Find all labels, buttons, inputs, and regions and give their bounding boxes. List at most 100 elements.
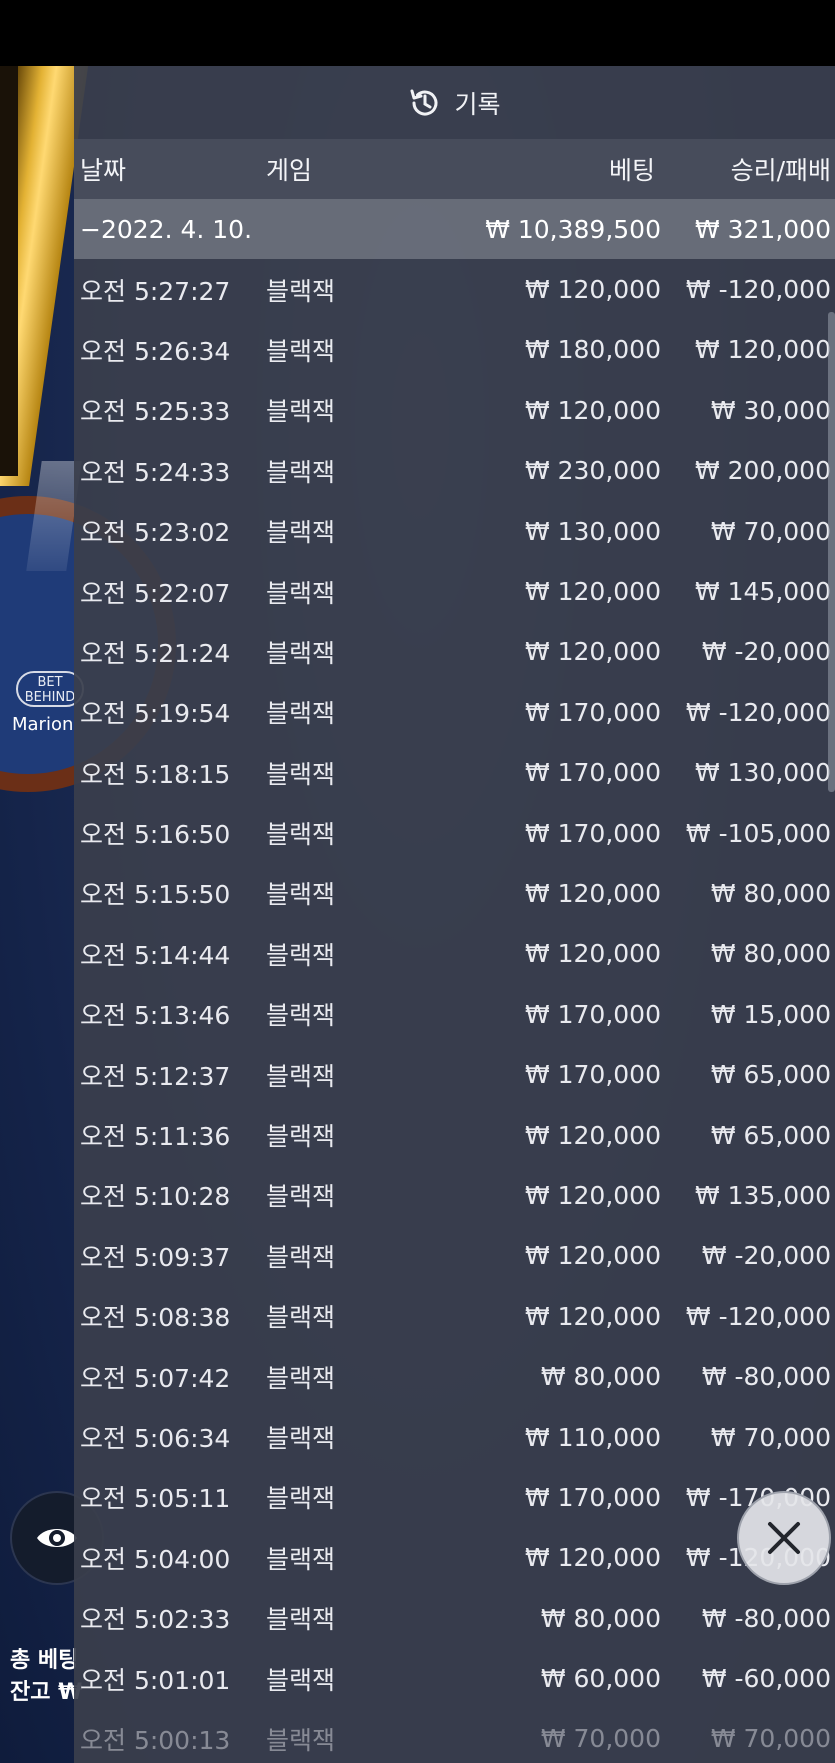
row-bet: ₩ 120,000 — [524, 637, 661, 667]
row-time: 오전 5:16:50 — [80, 820, 231, 850]
row-result: ₩ 80,000 — [710, 878, 831, 908]
row-game: 블랙잭 — [266, 638, 336, 668]
row-result: ₩ 120,000 — [694, 335, 831, 365]
history-icon — [410, 89, 438, 116]
summary-date: −2022. 4. 10. — [80, 214, 253, 244]
history-row[interactable]: 오전 5:09:37 블랙잭 ₩ 120,000 ₩ -20,000 — [74, 1226, 835, 1286]
row-bet: ₩ 170,000 — [524, 999, 661, 1029]
row-time: 오전 5:04:00 — [80, 1544, 231, 1574]
row-time: 오전 5:01:01 — [80, 1665, 231, 1695]
row-time: 오전 5:06:34 — [80, 1424, 231, 1453]
row-time: 오전 5:13:46 — [80, 1001, 231, 1031]
history-row[interactable]: 오전 5:19:54 블랙잭 ₩ 170,000 ₩ -120,000 — [74, 682, 835, 742]
row-game: 블랙잭 — [266, 397, 336, 427]
row-result: ₩ 200,000 — [694, 456, 831, 486]
summary-result: ₩ 321,000 — [694, 214, 831, 244]
row-time: 오전 5:15:50 — [80, 880, 231, 910]
row-bet: ₩ 120,000 — [524, 1543, 661, 1573]
history-row[interactable]: 오전 5:07:42 블랙잭 ₩ 80,000 ₩ -80,000 — [74, 1346, 835, 1406]
row-bet: ₩ 170,000 — [524, 818, 661, 848]
row-result: ₩ 145,000 — [694, 577, 831, 607]
history-row[interactable]: 오전 5:25:33 블랙잭 ₩ 120,000 ₩ 30,000 — [74, 380, 835, 440]
status-bar — [0, 0, 835, 66]
history-row[interactable]: 오전 5:23:02 블랙잭 ₩ 130,000 ₩ 70,000 — [74, 501, 835, 561]
row-bet: ₩ 120,000 — [524, 1301, 661, 1331]
balance-label: 잔고 ₩ — [10, 1674, 82, 1706]
row-game: 블랙잭 — [266, 1363, 336, 1393]
row-result: ₩ -20,000 — [701, 1241, 831, 1271]
row-time: 오전 5:14:44 — [80, 940, 231, 970]
history-row[interactable]: 오전 5:16:50 블랙잭 ₩ 170,000 ₩ -105,000 — [74, 803, 835, 863]
history-row[interactable]: 오전 5:04:00블랙잭₩ 120,000₩ -120,000 — [74, 1528, 835, 1588]
row-time: 오전 5:10:28 — [80, 1182, 231, 1212]
row-result: ₩ 135,000 — [694, 1180, 831, 1210]
row-time: 오전 5:18:15 — [80, 759, 231, 789]
row-game: 블랙잭 — [266, 1424, 336, 1453]
row-result: ₩ 65,000 — [710, 1060, 831, 1090]
panel-title: 기록 — [454, 89, 501, 119]
row-time: 오전 5:08:38 — [80, 1303, 231, 1333]
row-game: 블랙잭 — [266, 880, 336, 910]
row-bet: ₩ 170,000 — [524, 758, 661, 788]
row-bet: ₩ 120,000 — [524, 878, 661, 908]
row-game: 블랙잭 — [266, 518, 336, 548]
close-button[interactable] — [737, 1491, 831, 1585]
history-row[interactable]: 오전 5:27:27 블랙잭 ₩ 120,000 ₩ -120,000 — [74, 259, 835, 319]
history-row[interactable]: 오전 5:01:01 블랙잭 ₩ 60,000 ₩ -60,000 — [74, 1648, 835, 1708]
row-bet: ₩ 120,000 — [524, 939, 661, 969]
row-time: 오전 5:22:07 — [80, 578, 231, 608]
row-result: ₩ 70,000 — [710, 516, 831, 546]
history-row[interactable]: 오전 5:13:46 블랙잭 ₩ 170,000 ₩ 15,000 — [74, 984, 835, 1044]
history-row[interactable]: 오전 5:24:33 블랙잭 ₩ 230,000 ₩ 200,000 — [74, 441, 835, 501]
row-time: 오전 5:25:33 — [80, 397, 231, 427]
scrollbar[interactable] — [828, 312, 835, 792]
summary-bet: ₩ 10,389,500 — [485, 214, 661, 244]
history-row[interactable]: 오전 5:05:11블랙잭₩ 170,000₩ -170,000 — [74, 1467, 835, 1527]
row-result: ₩ 65,000 — [710, 1120, 831, 1150]
row-game: 블랙잭 — [266, 457, 336, 487]
row-result: ₩ 70,000 — [710, 1422, 831, 1452]
row-bet: ₩ 170,000 — [524, 1060, 661, 1090]
row-bet: ₩ 70,000 — [540, 1724, 661, 1754]
row-result: ₩ -80,000 — [701, 1603, 831, 1633]
row-bet: ₩ 120,000 — [524, 577, 661, 607]
column-date: 날짜 — [80, 156, 127, 185]
row-bet: ₩ 180,000 — [524, 335, 661, 365]
row-result: ₩ 30,000 — [710, 395, 831, 425]
row-game: 블랙잭 — [266, 1182, 336, 1212]
row-bet: ₩ 80,000 — [540, 1362, 661, 1392]
row-game: 블랙잭 — [266, 1605, 336, 1635]
history-row[interactable]: 오전 5:18:15 블랙잭 ₩ 170,000 ₩ 130,000 — [74, 743, 835, 803]
row-game: 블랙잭 — [266, 759, 336, 789]
row-bet: ₩ 120,000 — [524, 275, 661, 305]
history-row[interactable]: 오전 5:02:33 블랙잭 ₩ 80,000 ₩ -80,000 — [74, 1588, 835, 1648]
history-row[interactable]: 오전 5:06:34 블랙잭 ₩ 110,000 ₩ 70,000 — [74, 1407, 835, 1467]
history-row[interactable]: 오전 5:15:50 블랙잭 ₩ 120,000 ₩ 80,000 — [74, 863, 835, 923]
history-row[interactable]: 오전 5:10:28 블랙잭 ₩ 120,000 ₩ 135,000 — [74, 1165, 835, 1225]
row-time: 오전 5:21:24 — [80, 638, 231, 668]
history-row[interactable]: 오전 5:22:07 블랙잭 ₩ 120,000 ₩ 145,000 — [74, 561, 835, 621]
row-result: ₩ -120,000 — [685, 1301, 831, 1331]
row-result: ₩ 80,000 — [710, 939, 831, 969]
history-row[interactable]: 오전 5:26:34 블랙잭 ₩ 180,000 ₩ 120,000 — [74, 320, 835, 380]
history-row[interactable]: 오전 5:12:37 블랙잭 ₩ 170,000 ₩ 65,000 — [74, 1044, 835, 1104]
history-row[interactable]: 오전 5:11:36 블랙잭 ₩ 120,000 ₩ 65,000 — [74, 1105, 835, 1165]
history-row[interactable]: 오전 5:00:13 블랙잭 ₩ 70,000 ₩ 70,000 — [74, 1709, 835, 1763]
history-row[interactable]: 오전 5:21:24 블랙잭 ₩ 120,000 ₩ -20,000 — [74, 622, 835, 682]
row-game: 블랙잭 — [266, 1303, 336, 1333]
row-time: 오전 5:19:54 — [80, 699, 231, 729]
row-result: ₩ -80,000 — [701, 1362, 831, 1392]
date-summary-row[interactable]: −2022. 4. 10. ₩ 10,389,500 ₩ 321,000 — [74, 199, 835, 260]
close-icon — [768, 1522, 800, 1554]
history-row[interactable]: 오전 5:08:38 블랙잭 ₩ 120,000 ₩ -120,000 — [74, 1286, 835, 1346]
row-bet: ₩ 230,000 — [524, 456, 661, 486]
row-game: 블랙잭 — [266, 1725, 336, 1755]
row-game: 블랙잭 — [266, 336, 336, 366]
panel-header: 기록 — [74, 66, 835, 139]
history-row[interactable]: 오전 5:14:44 블랙잭 ₩ 120,000 ₩ 80,000 — [74, 924, 835, 984]
row-bet: ₩ 170,000 — [524, 697, 661, 727]
row-result: ₩ -105,000 — [685, 818, 831, 848]
row-time: 오전 5:23:02 — [80, 518, 231, 548]
eye-icon — [37, 1529, 77, 1547]
total-bet-label: 총 베팅 — [10, 1648, 79, 1673]
